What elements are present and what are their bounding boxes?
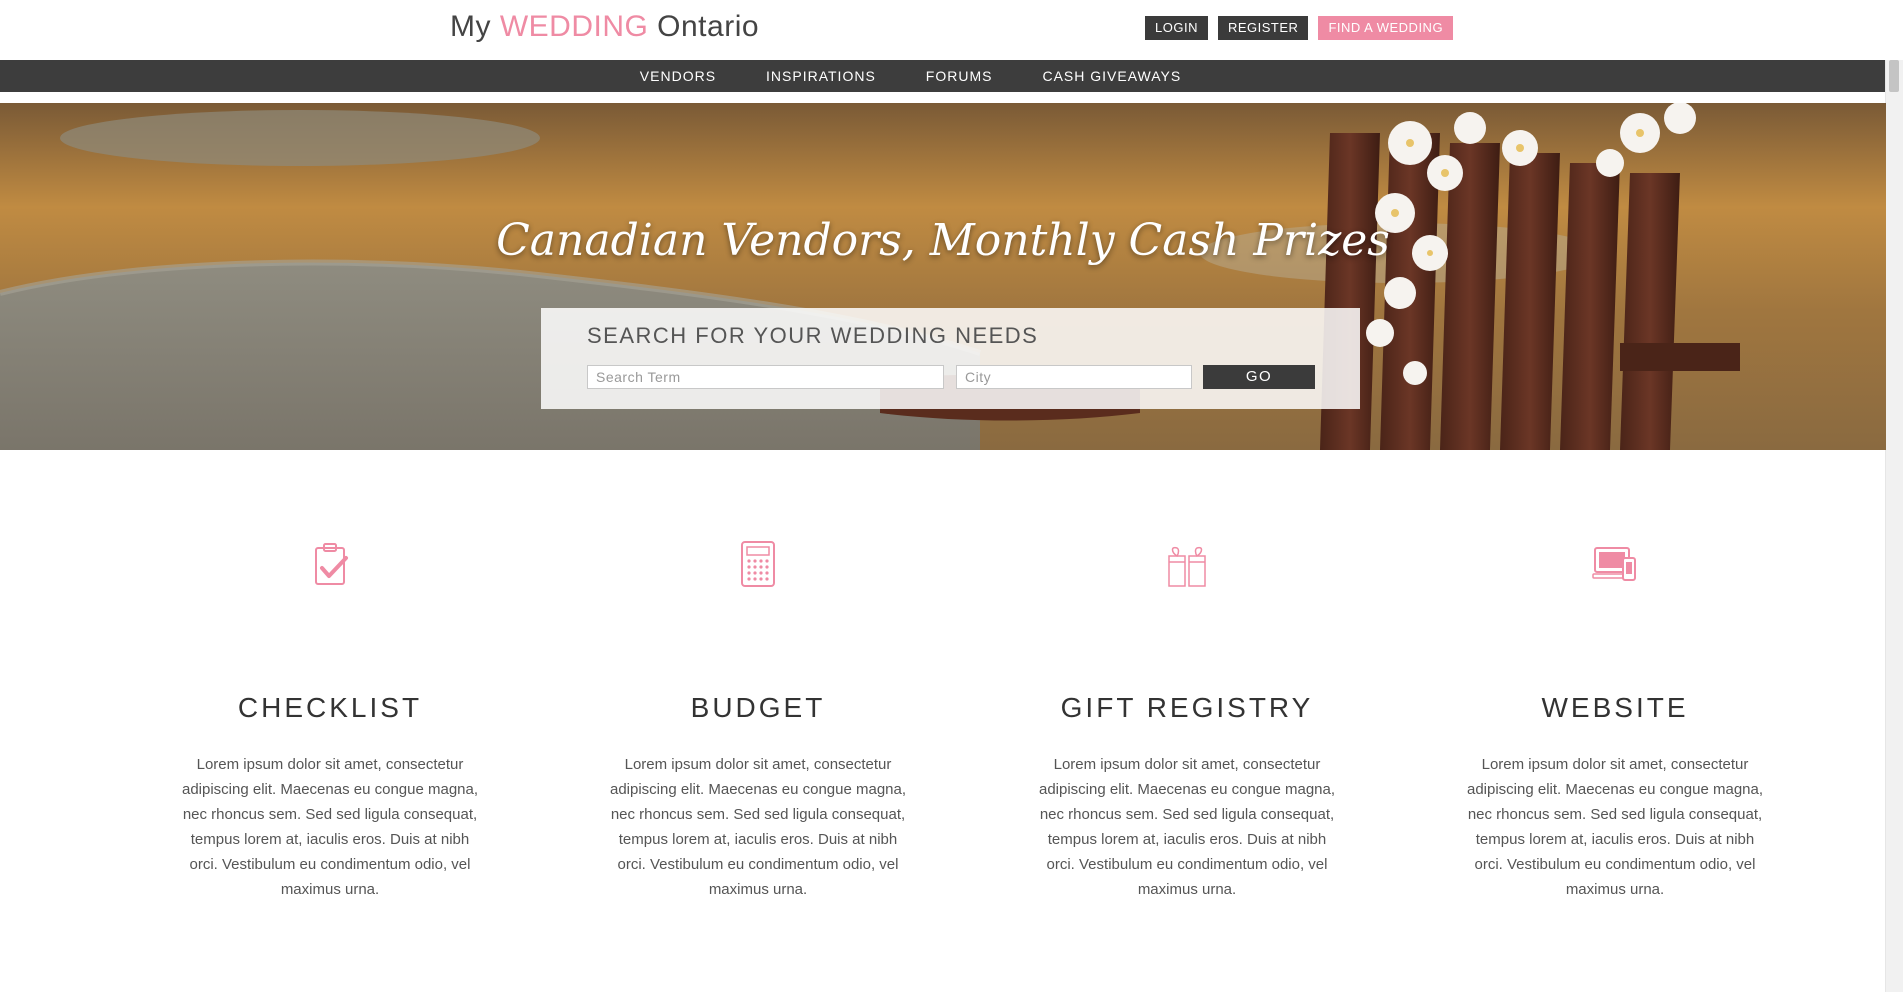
register-button[interactable]: REGISTER — [1217, 16, 1309, 40]
hero-banner: Canadian Vendors, Monthly Cash Prizes SE… — [0, 103, 1886, 450]
feature-title: WEBSITE — [1541, 692, 1689, 723]
logo-highlight: WEDDING — [499, 10, 649, 43]
nav-item-cash-giveaways[interactable]: CASH GIVEAWAYS — [1042, 68, 1181, 84]
gift-icon — [1163, 540, 1211, 588]
hero-title: Canadian Vendors, Monthly Cash Prizes — [0, 215, 1886, 266]
feature-title: GIFT REGISTRY — [1060, 692, 1314, 723]
site-logo[interactable]: My WEDDING Ontario — [450, 10, 759, 44]
feature-title: BUDGET — [690, 692, 826, 723]
nav-item-forums[interactable]: FORUMS — [926, 68, 993, 84]
logo-suffix: Ontario — [648, 10, 760, 43]
auth-buttons: LOGIN REGISTER FIND A WEDDING — [1145, 16, 1454, 40]
search-label: SEARCH FOR YOUR WEDDING NEEDS — [587, 323, 1039, 348]
hero-title-text: Canadian Vendors, Monthly Cash Prizes — [496, 215, 1390, 266]
page-scrollbar[interactable] — [1885, 60, 1903, 992]
logo-prefix: My — [450, 10, 500, 43]
feature-description: Lorem ipsum dolor sit amet, consectetur … — [1038, 756, 1336, 898]
feature-description: Lorem ipsum dolor sit amet, consectetur … — [609, 756, 907, 898]
main-nav: VENDORS INSPIRATIONS FORUMS CASH GIVEAWA… — [0, 60, 1886, 92]
feature-budget[interactable]: BUDGET Lorem ipsum dolor sit amet, conse… — [593, 540, 923, 902]
scrollbar-thumb[interactable] — [1889, 60, 1899, 92]
feature-gift-registry[interactable]: GIFT REGISTRY Lorem ipsum dolor sit amet… — [1022, 540, 1352, 902]
feature-description: Lorem ipsum dolor sit amet, consectetur … — [1466, 756, 1764, 898]
find-wedding-button[interactable]: FIND A WEDDING — [1318, 16, 1454, 40]
login-button[interactable]: LOGIN — [1145, 16, 1208, 40]
site-header: My WEDDING Ontario LOGIN REGISTER FIND A… — [0, 0, 1903, 60]
go-button[interactable]: GO — [1203, 365, 1315, 389]
feature-description: Lorem ipsum dolor sit amet, consectetur … — [181, 756, 479, 898]
search-panel: SEARCH FOR YOUR WEDDING NEEDS GO — [541, 308, 1360, 409]
city-input[interactable] — [956, 365, 1192, 389]
calculator-icon — [734, 540, 782, 588]
clipboard-check-icon — [306, 540, 354, 588]
feature-website[interactable]: WEBSITE Lorem ipsum dolor sit amet, cons… — [1450, 540, 1780, 902]
nav-item-inspirations[interactable]: INSPIRATIONS — [766, 68, 876, 84]
search-term-input[interactable] — [587, 365, 944, 389]
feature-title: CHECKLIST — [237, 692, 423, 723]
nav-item-vendors[interactable]: VENDORS — [640, 68, 716, 84]
devices-icon — [1591, 540, 1639, 588]
feature-checklist[interactable]: CHECKLIST Lorem ipsum dolor sit amet, co… — [165, 540, 495, 902]
